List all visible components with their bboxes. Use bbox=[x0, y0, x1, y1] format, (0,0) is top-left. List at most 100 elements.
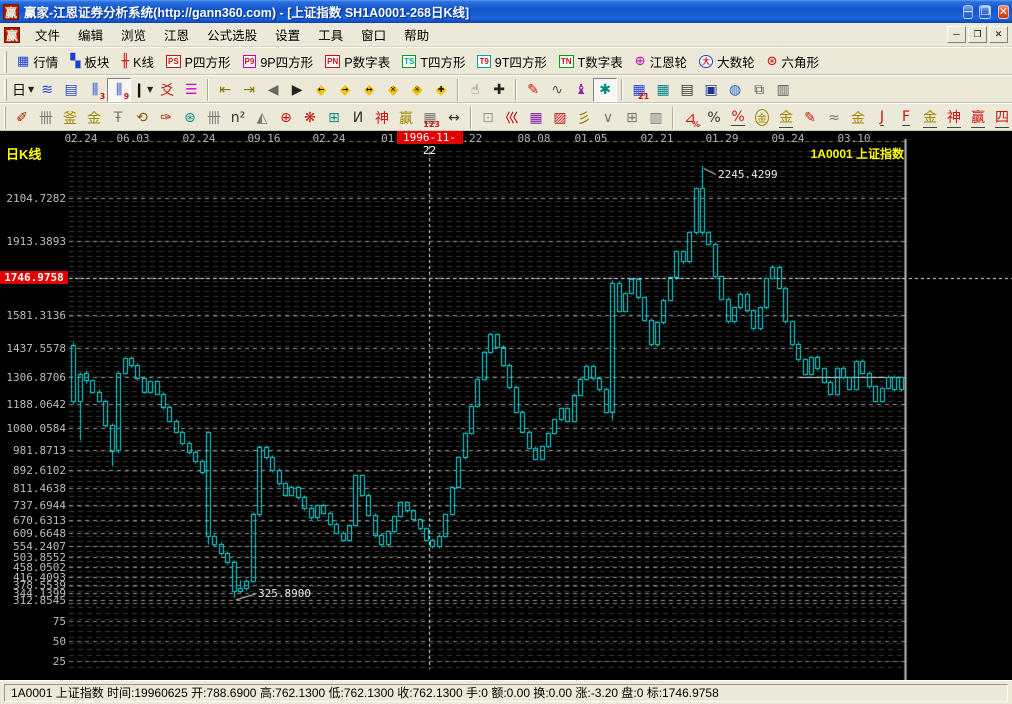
mdi-close-button[interactable]: ✕ bbox=[989, 26, 1008, 43]
n-squared-icon[interactable]: n² bbox=[226, 106, 250, 130]
candle-period-icon[interactable]: 日▼ bbox=[11, 78, 35, 102]
9t-square-button[interactable]: T99T四方形 bbox=[471, 50, 552, 74]
ying-angle-icon[interactable]: 赢 bbox=[966, 106, 990, 130]
p-number-table-button[interactable]: PNP数字表 bbox=[319, 50, 396, 74]
menu-item-7[interactable]: 工具 bbox=[309, 22, 352, 47]
pencil-tool-icon[interactable]: ✎ bbox=[521, 78, 545, 102]
minimize-button[interactable]: ─ bbox=[963, 5, 973, 19]
hexagon-button[interactable]: ⊛六角形 bbox=[761, 50, 825, 74]
frame-grid-icon[interactable]: ⊡ bbox=[476, 106, 500, 130]
red-pen-icon[interactable]: ✎ bbox=[798, 106, 822, 130]
mdi-restore-button[interactable]: ❐ bbox=[968, 26, 987, 43]
red-target-icon[interactable]: ⊕ bbox=[274, 106, 298, 130]
menu-item-3[interactable]: 浏览 bbox=[112, 22, 155, 47]
calculator-icon[interactable]: ▦ bbox=[651, 78, 675, 102]
span-arrows-icon[interactable]: ↔ bbox=[442, 106, 466, 130]
menu-item-2[interactable]: 编辑 bbox=[69, 22, 112, 47]
teal-net-icon[interactable]: ⊞ bbox=[322, 106, 346, 130]
big-number-wheel-button[interactable]: 大大数轮 bbox=[693, 50, 761, 74]
f-comb-icon[interactable]: Ŧ bbox=[106, 106, 130, 130]
quotes-button[interactable]: ▦行情 bbox=[11, 50, 64, 74]
t-number-table-button[interactable]: TNT数字表 bbox=[553, 50, 629, 74]
shen-angle-icon[interactable]: 神 bbox=[942, 106, 966, 130]
gann-hline-icon[interactable]: ◆↔ bbox=[357, 78, 381, 102]
t-square-button[interactable]: TST四方形 bbox=[396, 50, 471, 74]
gold-line-icon[interactable]: 金 bbox=[774, 106, 798, 130]
gann-plus-icon[interactable]: ◆✚ bbox=[429, 78, 453, 102]
menu-item-1[interactable]: 文件 bbox=[26, 22, 69, 47]
valley-icon[interactable]: ∨ bbox=[596, 106, 620, 130]
wave-band-icon[interactable]: ≈ bbox=[822, 106, 846, 130]
angle-percent-icon[interactable]: ⊿% bbox=[678, 106, 702, 130]
sectors-button[interactable]: ▚板块 bbox=[64, 50, 115, 74]
gold-line-2-icon[interactable]: 金 bbox=[846, 106, 870, 130]
snowflake-icon[interactable]: ❋ bbox=[298, 106, 322, 130]
distribution-icon[interactable]: ☰ bbox=[179, 78, 203, 102]
menu-item-6[interactable]: 设置 bbox=[266, 22, 309, 47]
prev-bar-icon[interactable]: ◀ bbox=[261, 78, 285, 102]
menu-item-4[interactable]: 江恩 bbox=[155, 22, 198, 47]
menu-item-9[interactable]: 帮助 bbox=[395, 22, 438, 47]
comb-2-icon[interactable]: 卌 bbox=[202, 106, 226, 130]
multi-chart-3-icon[interactable]: ⫼3 bbox=[83, 78, 107, 102]
scribble-icon[interactable]: ≋ bbox=[35, 78, 59, 102]
crosshair-tool-icon[interactable]: ✚ bbox=[487, 78, 511, 102]
purple-grid-icon[interactable]: ▦ bbox=[524, 106, 548, 130]
shen-comb-icon[interactable]: 神 bbox=[370, 106, 394, 130]
9p-square-button[interactable]: P99P四方形 bbox=[237, 50, 320, 74]
weave-pattern-icon[interactable]: 爻 bbox=[155, 78, 179, 102]
comb-icon[interactable]: 卌 bbox=[34, 106, 58, 130]
gann-right-icon[interactable]: ◆→ bbox=[333, 78, 357, 102]
gann-cross-icon[interactable]: ◆✕ bbox=[381, 78, 405, 102]
close-button[interactable]: ✕ bbox=[998, 5, 1009, 19]
gold-circle-icon[interactable]: 金 bbox=[750, 106, 774, 130]
report-icon[interactable]: ▤ bbox=[675, 78, 699, 102]
gann-left-icon[interactable]: ◆← bbox=[309, 78, 333, 102]
red-brush-icon[interactable]: ✑ bbox=[154, 106, 178, 130]
wave-tool-icon[interactable]: ∿ bbox=[545, 78, 569, 102]
web-data-icon[interactable]: ◍ bbox=[723, 78, 747, 102]
hand-tool-icon[interactable]: ☝ bbox=[463, 78, 487, 102]
menu-item-8[interactable]: 窗口 bbox=[352, 22, 395, 47]
grid-123-icon[interactable]: ▦123 bbox=[418, 106, 442, 130]
kline-button[interactable]: ╫K线 bbox=[115, 50, 160, 74]
mdi-minimize-button[interactable]: ─ bbox=[947, 26, 966, 43]
gann-star-icon[interactable]: ◆✳ bbox=[405, 78, 429, 102]
j-angle-icon[interactable]: J bbox=[870, 106, 894, 130]
quote-list-icon[interactable]: ▤ bbox=[59, 78, 83, 102]
remote-data-icon[interactable]: ▥ bbox=[771, 78, 795, 102]
brush-icon[interactable]: ✐ bbox=[10, 106, 34, 130]
spiral-icon[interactable]: ⟲ bbox=[130, 106, 154, 130]
angle-ruler-icon[interactable]: ◭ bbox=[250, 106, 274, 130]
last-bar-icon[interactable]: ⇥ bbox=[237, 78, 261, 102]
kline-chart-canvas[interactable] bbox=[0, 131, 1012, 680]
red-rays-icon[interactable]: 巛 bbox=[500, 106, 524, 130]
p-square-button[interactable]: PSP四方形 bbox=[160, 50, 237, 74]
next-bar-icon[interactable]: ▶ bbox=[285, 78, 309, 102]
restore-button[interactable]: ❐ bbox=[979, 5, 991, 19]
single-candle-icon[interactable]: ❙▼ bbox=[131, 78, 155, 102]
multi-chart-9-icon[interactable]: ⫼9 bbox=[107, 78, 131, 102]
f-angle-icon[interactable]: F bbox=[894, 106, 918, 130]
gann-wheel-button[interactable]: ⊕江恩轮 bbox=[629, 50, 693, 74]
k-marks-icon[interactable]: И bbox=[346, 106, 370, 130]
four-angle-icon[interactable]: 四 bbox=[990, 106, 1012, 130]
brain-tool-icon[interactable]: ✱ bbox=[593, 78, 617, 102]
stroke-set-icon[interactable]: 彡 bbox=[572, 106, 596, 130]
calendar-icon[interactable]: ▦21 bbox=[627, 78, 651, 102]
red-fan-icon[interactable]: ▨ bbox=[548, 106, 572, 130]
hash-grid-icon[interactable]: ⊞ bbox=[620, 106, 644, 130]
gold-grid-icon[interactable]: 金 bbox=[82, 106, 106, 130]
world-ring-icon[interactable]: ⊛ bbox=[178, 106, 202, 130]
bar-grid-icon[interactable]: ▥ bbox=[644, 106, 668, 130]
save-icon[interactable]: ▣ bbox=[699, 78, 723, 102]
data-export-icon[interactable]: ⧉ bbox=[747, 78, 771, 102]
first-bar-icon[interactable]: ⇤ bbox=[213, 78, 237, 102]
gold-pot-icon[interactable]: 釜 bbox=[58, 106, 82, 130]
menu-item-5[interactable]: 公式选股 bbox=[198, 22, 266, 47]
gold-angle-icon[interactable]: 金 bbox=[918, 106, 942, 130]
wizard-tool-icon[interactable]: ♝ bbox=[569, 78, 593, 102]
ying-comb-icon[interactable]: 赢 bbox=[394, 106, 418, 130]
percent-icon[interactable]: % bbox=[702, 106, 726, 130]
percent-line-icon[interactable]: % bbox=[726, 106, 750, 130]
